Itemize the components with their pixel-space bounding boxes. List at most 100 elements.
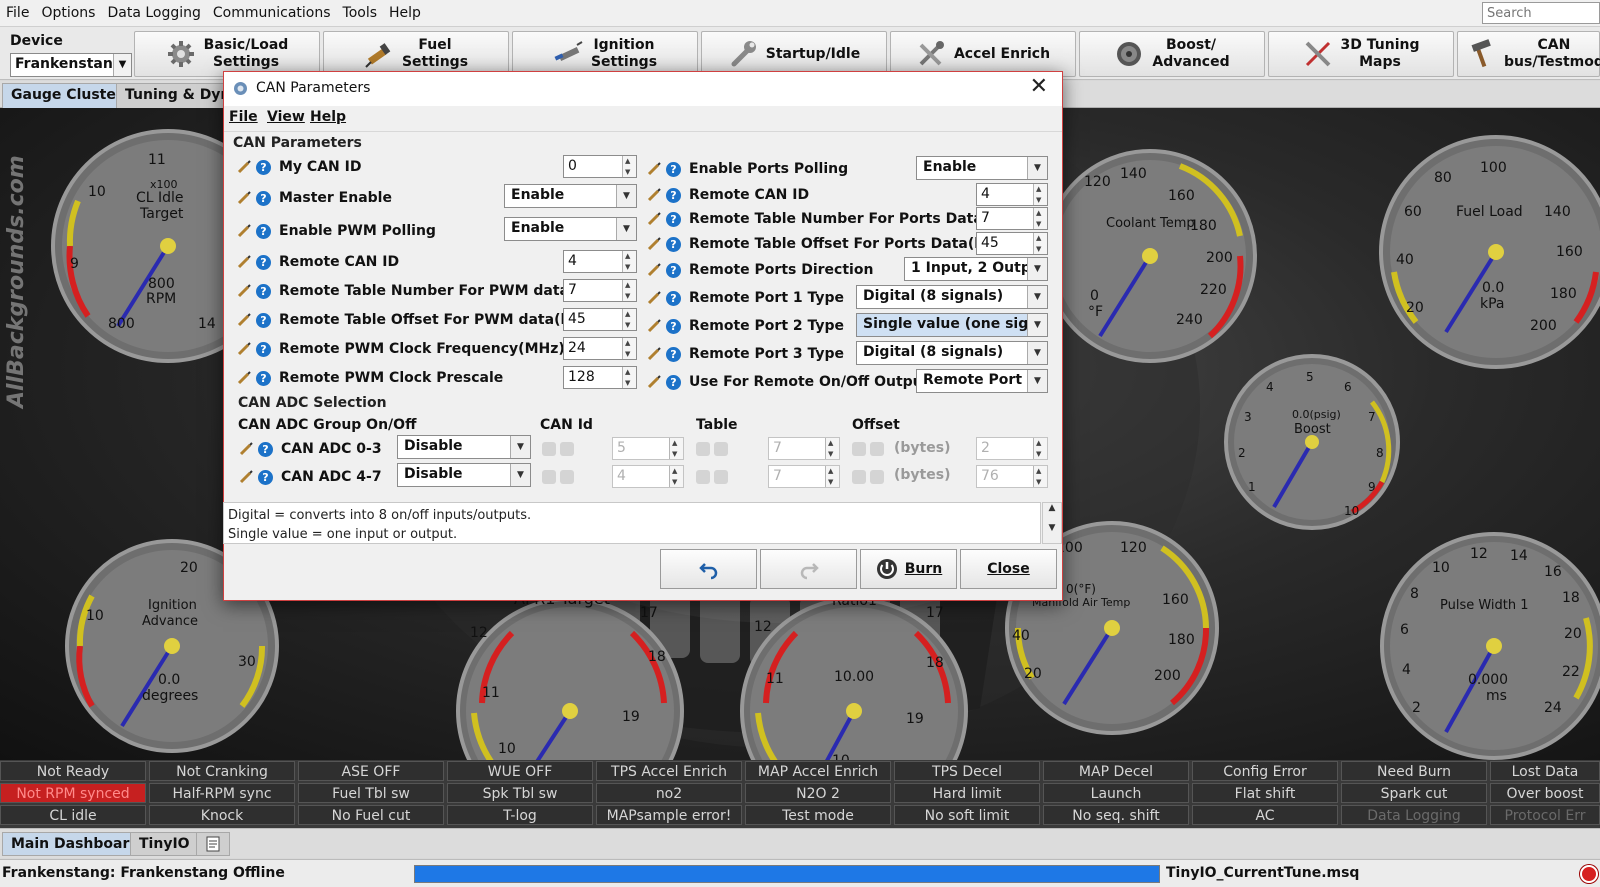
remote-table-number-ports-spinner[interactable]: 7 <box>976 207 1048 230</box>
field-label: Remote Ports Direction <box>689 262 874 278</box>
pencil-icon[interactable] <box>236 159 252 175</box>
use-for-remote-onoff-dropdown[interactable]: Remote Port 1 ▼ <box>916 369 1048 393</box>
remote-table-offset-ports-spinner[interactable]: 45 <box>976 232 1048 255</box>
remote-port-2-type-dropdown[interactable]: Single value (one signal) ▼ <box>856 313 1048 337</box>
adc-4-7-can-id-spinner[interactable]: 4 <box>612 465 684 488</box>
device-dropdown[interactable]: Frankenstang ▼ <box>10 53 132 77</box>
gauge-tick: 180 <box>1168 632 1195 648</box>
menu-file[interactable]: File <box>0 0 35 27</box>
field-label: Remote CAN ID <box>279 254 400 270</box>
enable-pwm-polling-dropdown[interactable]: Enable ▼ <box>504 217 637 241</box>
gauge-value: 0 <box>1090 288 1099 304</box>
pencil-icon[interactable] <box>238 441 254 457</box>
help-icon[interactable]: ? <box>258 441 273 457</box>
pencil-icon[interactable] <box>236 223 252 239</box>
pencil-icon[interactable] <box>646 236 662 252</box>
enable-ports-polling-dropdown[interactable]: Enable ▼ <box>916 156 1048 180</box>
pencil-icon[interactable] <box>236 370 252 386</box>
toolbar-can-bus-testmode[interactable]: CAN bus/Testmod <box>1457 31 1600 77</box>
help-icon[interactable]: ? <box>666 187 681 203</box>
help-icon[interactable]: ? <box>666 262 681 278</box>
help-icon[interactable]: ? <box>666 374 681 390</box>
toolbar-3d-tuning-maps[interactable]: 3D Tuning Maps <box>1268 31 1454 77</box>
undo-button[interactable] <box>660 549 757 589</box>
new-tab-button[interactable] <box>196 832 230 856</box>
adc-4-7-dropdown[interactable]: Disable ▼ <box>397 463 531 487</box>
help-icon[interactable]: ? <box>666 318 681 334</box>
pencil-icon[interactable] <box>236 254 252 270</box>
remote-pwm-clock-prescale-spinner[interactable]: 128 <box>563 366 637 389</box>
remote-table-offset-pwm-spinner[interactable]: 45 <box>563 308 637 331</box>
pencil-icon[interactable] <box>646 346 662 362</box>
menu-communications[interactable]: Communications <box>207 0 337 27</box>
remote-port-3-type-dropdown[interactable]: Digital (8 signals) ▼ <box>856 341 1048 365</box>
pencil-icon[interactable] <box>646 374 662 390</box>
adc-4-7-table-spinner[interactable]: 7 <box>768 465 840 488</box>
help-icon[interactable]: ? <box>256 223 271 239</box>
help-icon[interactable]: ? <box>258 469 273 485</box>
pencil-icon[interactable] <box>236 283 252 299</box>
pencil-icon[interactable] <box>646 290 662 306</box>
help-icon[interactable]: ? <box>666 290 681 306</box>
error-icon[interactable] <box>1580 865 1598 883</box>
adc-4-7-offset-spinner[interactable]: 76 <box>976 465 1048 488</box>
pencil-icon[interactable] <box>236 190 252 206</box>
dialog-menu-view[interactable]: View <box>267 109 305 125</box>
adc-0-3-table-spinner[interactable]: 7 <box>768 437 840 460</box>
search-input[interactable] <box>1482 2 1600 24</box>
menu-tools[interactable]: Tools <box>337 0 384 27</box>
close-icon[interactable]: ✕ <box>1030 74 1048 99</box>
pencil-icon[interactable] <box>238 469 254 485</box>
pencil-icon[interactable] <box>646 211 662 227</box>
gauge-coolant-temp: Coolant Temp 120 140 160 180 200 220 240… <box>1040 146 1260 366</box>
burn-button[interactable]: Burn <box>860 549 957 589</box>
help-icon[interactable]: ? <box>256 312 271 328</box>
tab-tinyio[interactable]: TinyIO <box>130 832 199 856</box>
remote-can-id-ports-spinner[interactable]: 4 <box>976 183 1048 206</box>
pencil-icon[interactable] <box>646 187 662 203</box>
help-icon[interactable]: ? <box>256 370 271 386</box>
tab-main-dashboard[interactable]: Main Dashboard <box>2 832 149 856</box>
help-icon[interactable]: ? <box>666 346 681 362</box>
help-icon[interactable]: ? <box>256 190 271 206</box>
dialog-menu-file[interactable]: File <box>229 109 258 125</box>
description-scrollbar[interactable]: ▲ ▼ <box>1042 502 1062 544</box>
dialog-menu-help[interactable]: Help <box>310 109 346 125</box>
menu-data-logging[interactable]: Data Logging <box>101 0 206 27</box>
gauge-tick: 19 <box>622 709 640 725</box>
menu-help[interactable]: Help <box>383 0 427 27</box>
help-icon[interactable]: ? <box>666 211 681 227</box>
adc-disabled-controls <box>542 440 576 458</box>
remote-pwm-clock-frequency-spinner[interactable]: 24 <box>563 337 637 360</box>
remote-can-id-spinner[interactable]: 4 <box>563 250 637 273</box>
remote-port-1-type-dropdown[interactable]: Digital (8 signals) ▼ <box>856 285 1048 309</box>
gauge-title: Target <box>140 206 184 222</box>
help-icon[interactable]: ? <box>256 159 271 175</box>
remote-table-number-pwm-spinner[interactable]: 7 <box>563 279 637 302</box>
adc-0-3-can-id-spinner[interactable]: 5 <box>612 437 684 460</box>
menu-options[interactable]: Options <box>35 0 101 27</box>
toolbar-label: Ignition Settings <box>590 37 658 70</box>
pencil-icon[interactable] <box>646 318 662 334</box>
help-icon[interactable]: ? <box>256 254 271 270</box>
remote-ports-direction-dropdown[interactable]: 1 Input, 2 Outputs ▼ <box>904 257 1048 281</box>
pencil-icon[interactable] <box>646 262 662 278</box>
help-icon[interactable]: ? <box>666 236 681 252</box>
help-icon[interactable]: ? <box>256 341 271 357</box>
gauge-tick: 80 <box>1434 170 1452 186</box>
pencil-icon[interactable] <box>236 341 252 357</box>
help-icon[interactable]: ? <box>666 161 681 177</box>
gauge-tick: 160 <box>1162 592 1189 608</box>
tab-gauge-cluster[interactable]: Gauge Cluster <box>2 83 132 108</box>
help-icon[interactable]: ? <box>256 283 271 299</box>
adc-0-3-dropdown[interactable]: Disable ▼ <box>397 435 531 459</box>
adc-0-3-offset-spinner[interactable]: 2 <box>976 437 1048 460</box>
redo-button[interactable] <box>760 549 857 589</box>
toolbar-boost-advanced[interactable]: Boost/Advanced <box>1079 31 1265 77</box>
pencil-icon[interactable] <box>236 312 252 328</box>
pencil-icon[interactable] <box>646 161 662 177</box>
close-button[interactable]: Close <box>960 549 1057 589</box>
master-enable-dropdown[interactable]: Enable ▼ <box>504 184 637 208</box>
my-can-id-spinner[interactable]: 0 <box>563 155 637 178</box>
chevron-down-icon: ▼ <box>1027 258 1047 280</box>
